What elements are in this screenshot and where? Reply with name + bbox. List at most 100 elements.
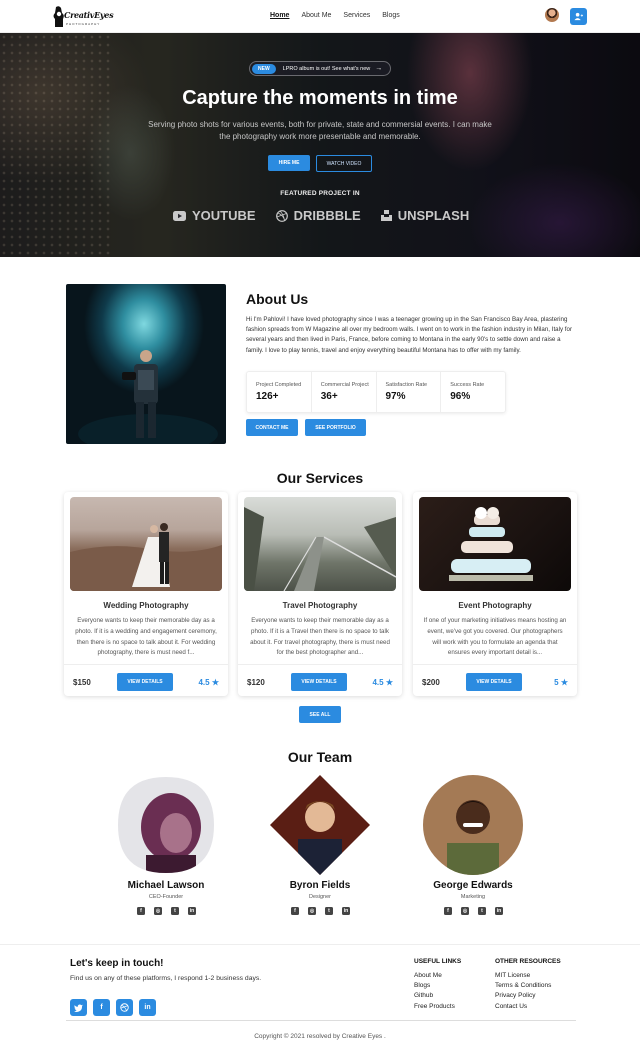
rating-value: 4.5	[372, 678, 384, 687]
service-price: $200	[422, 678, 440, 687]
footer-link-contact[interactable]: Contact Us	[495, 1002, 561, 1012]
cupcake-tower-illustration	[449, 507, 533, 581]
service-rating: 5 ★	[554, 678, 568, 687]
dribbble-icon	[275, 209, 288, 222]
user-button[interactable]	[570, 8, 587, 25]
member-name: George Edwards	[433, 880, 513, 891]
linkedin-icon[interactable]: in	[188, 907, 196, 915]
brand-unsplash[interactable]: UNSPLASH	[380, 208, 470, 223]
wedding-photo	[70, 497, 222, 591]
brand-youtube[interactable]: YOUTUBE	[173, 208, 256, 223]
other-resources-column: OTHER RESOURCES MIT License Terms & Cond…	[495, 958, 561, 1012]
service-desc: If one of your marketing initiatives mea…	[423, 617, 567, 657]
stat-satisfaction: Satisfaction Rate 97%	[377, 372, 442, 412]
member-portrait	[270, 775, 370, 875]
featured-brands: YOUTUBE DRIBBBLE UNSPLASH	[173, 208, 469, 223]
view-details-button[interactable]: VIEW DETAILS	[291, 673, 347, 691]
service-title: Wedding Photography	[103, 601, 189, 610]
footer-link-blogs[interactable]: Blogs	[414, 981, 461, 991]
logo-text: CreativEyes	[64, 10, 114, 20]
service-price: $120	[247, 678, 265, 687]
star-icon: ★	[560, 678, 568, 687]
service-rating: 4.5 ★	[372, 678, 393, 687]
star-icon: ★	[211, 678, 219, 687]
footer-link-terms[interactable]: Terms & Conditions	[495, 981, 561, 991]
photographer-silhouette	[78, 350, 218, 444]
user-avatar[interactable]	[545, 8, 559, 22]
facebook-icon[interactable]: f	[444, 907, 452, 915]
twitter-icon[interactable]: t	[325, 907, 333, 915]
view-details-button[interactable]: VIEW DETAILS	[117, 673, 173, 691]
footer-bottom-divider	[66, 1020, 576, 1021]
twitter-icon[interactable]: t	[478, 907, 486, 915]
nav-link-services[interactable]: Services	[343, 12, 370, 19]
linkedin-icon[interactable]: in	[342, 907, 350, 915]
logo[interactable]: CreativEyes PHOTOGRAPHY	[52, 4, 114, 30]
service-card-travel: Travel Photography Everyone wants to kee…	[238, 492, 402, 696]
facebook-icon[interactable]: f	[137, 907, 145, 915]
service-price: $150	[73, 678, 91, 687]
nav-link-about[interactable]: About Me	[301, 12, 331, 19]
team-photo	[423, 775, 523, 875]
announcement-text: LPRO album is out! See what's new	[282, 65, 371, 72]
stat-value: 126+	[256, 391, 279, 402]
instagram-icon[interactable]: ◎	[154, 907, 162, 915]
twitter-icon[interactable]: t	[171, 907, 179, 915]
stat-value: 96%	[450, 391, 471, 402]
arrow-right-icon: →	[375, 65, 383, 72]
watch-video-button[interactable]: WATCH VIDEO	[316, 155, 372, 172]
unsplash-icon	[380, 210, 392, 221]
view-details-button[interactable]: VIEW DETAILS	[466, 673, 522, 691]
member-role: Marketing	[460, 894, 486, 900]
announcement-pill[interactable]: NEW LPRO album is out! See what's new →	[249, 61, 391, 76]
facebook-icon[interactable]: f	[93, 999, 110, 1016]
hire-me-button[interactable]: HIRE ME	[268, 155, 310, 171]
footer-link-about[interactable]: About Me	[414, 971, 461, 981]
service-rating: 4.5 ★	[198, 678, 219, 687]
brand-dribbble[interactable]: DRIBBBLE	[275, 208, 361, 223]
facebook-icon[interactable]: f	[291, 907, 299, 915]
footer-title: Let's keep in touch!	[70, 958, 164, 969]
dribbble-icon[interactable]	[116, 999, 133, 1016]
top-navbar: CreativEyes PHOTOGRAPHY Home About Me Se…	[0, 0, 640, 33]
footer-link-mit-license[interactable]: MIT License	[495, 971, 561, 981]
linkedin-icon[interactable]: in	[139, 999, 156, 1016]
stat-label: Commercial Project	[320, 382, 369, 388]
see-all-button[interactable]: SEE ALL	[299, 706, 341, 723]
services-title: Our Services	[276, 470, 364, 486]
rating-value: 5	[554, 678, 559, 687]
nav-link-home[interactable]: Home	[270, 12, 289, 19]
hero-section: NEW LPRO album is out! See what's new → …	[0, 33, 640, 257]
member-name: Michael Lawson	[127, 880, 205, 891]
footer-social-icons: f in	[70, 999, 156, 1016]
twitter-icon[interactable]	[70, 999, 87, 1016]
instagram-icon[interactable]: ◎	[461, 907, 469, 915]
stats-panel: Project Completed 126+ Commercial Project…	[246, 371, 506, 413]
service-title: Travel Photography	[282, 601, 358, 610]
instagram-icon[interactable]: ◎	[308, 907, 316, 915]
stat-value: 36+	[320, 391, 338, 402]
divider	[238, 664, 402, 665]
divider	[413, 664, 577, 665]
footer-link-free-products[interactable]: Free Products	[414, 1002, 461, 1012]
member-socials: f ◎ t in	[137, 907, 196, 915]
footer-link-github[interactable]: Github	[414, 991, 461, 1001]
service-card-wedding: Wedding Photography Everyone wants to ke…	[64, 492, 228, 696]
youtube-icon	[173, 210, 186, 221]
copyright: Copyright © 2021 resolved by Creative Ey…	[254, 1033, 386, 1040]
team-photo	[116, 775, 216, 875]
stat-label: Success Rate	[450, 382, 485, 388]
member-socials: f ◎ t in	[291, 907, 350, 915]
footer-link-privacy[interactable]: Privacy Policy	[495, 991, 561, 1001]
see-portfolio-button[interactable]: SEE PORTFOLIO	[305, 419, 366, 436]
linkedin-icon[interactable]: in	[495, 907, 503, 915]
nav-link-blogs[interactable]: Blogs	[382, 12, 400, 19]
footer-divider	[0, 944, 640, 945]
brand-unsplash-label: UNSPLASH	[397, 208, 470, 223]
service-desc: Everyone wants to keep their memorable d…	[250, 617, 390, 657]
member-role: Designer	[308, 894, 331, 900]
contact-me-button[interactable]: CONTACT ME	[246, 419, 298, 436]
travel-photo	[244, 497, 396, 591]
useful-links-column: USEFUL LINKS About Me Blogs Github Free …	[414, 958, 461, 1012]
service-card-event: Event Photography If one of your marketi…	[413, 492, 577, 696]
